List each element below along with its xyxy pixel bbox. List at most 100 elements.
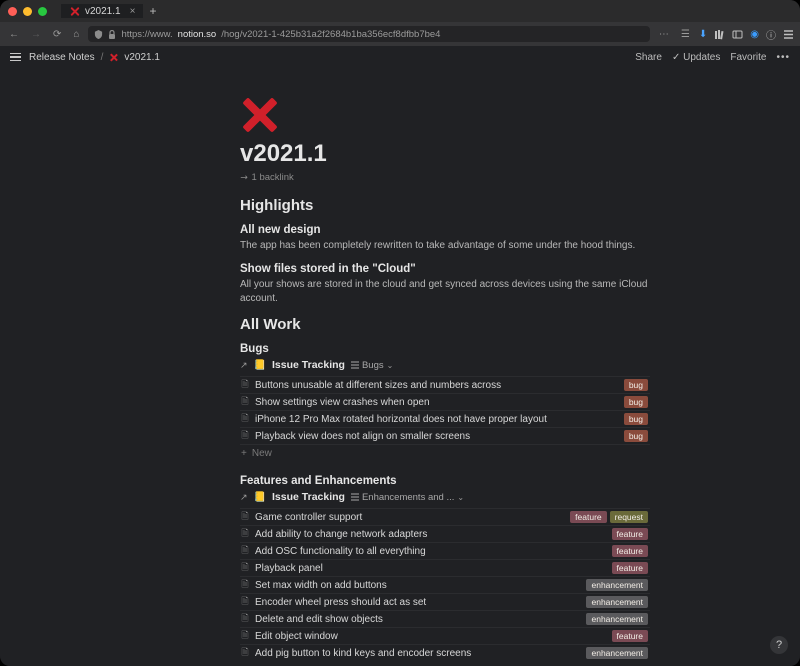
window-close-button[interactable]	[8, 7, 17, 16]
row-tags: bug	[624, 379, 648, 391]
page-icon: 🗎	[240, 428, 250, 444]
reader-button[interactable]: ☰	[678, 27, 693, 42]
home-button[interactable]: ⌂	[70, 27, 82, 42]
tag-enhancement: enhancement	[586, 647, 648, 659]
tab-close-button[interactable]: ×	[130, 6, 136, 17]
linked-db-header-bugs[interactable]: ↗ 📒 Issue Tracking Bugs ⌄	[240, 359, 650, 371]
row-title: Set max width on add buttons	[255, 580, 586, 591]
help-button[interactable]: ?	[770, 636, 788, 654]
sidebar-icon[interactable]	[732, 29, 743, 40]
heading-all-work[interactable]: All Work	[240, 316, 650, 333]
lock-icon	[108, 30, 116, 39]
db-name: Issue Tracking	[272, 491, 345, 503]
page-title[interactable]: v2021.1	[240, 140, 650, 168]
highlight-title[interactable]: All new design	[240, 224, 650, 236]
tag-bug: bug	[624, 396, 648, 408]
page-actions-button[interactable]: ⋯	[656, 27, 672, 42]
download-icon[interactable]: ⬇	[699, 29, 707, 40]
back-button[interactable]: ←	[6, 27, 22, 42]
table-row[interactable]: 🗎 Add OSC functionality to all everything…	[240, 542, 650, 559]
tab-title: v2021.1	[85, 6, 121, 17]
table-row[interactable]: 🗎 Set max width on add buttonsenhancement	[240, 576, 650, 593]
tag-feature: feature	[612, 562, 648, 574]
window-zoom-button[interactable]	[38, 7, 47, 16]
reload-button[interactable]: ⟳	[50, 27, 64, 42]
more-button[interactable]: •••	[776, 52, 790, 63]
breadcrumb-separator: /	[101, 52, 104, 63]
heading-bugs[interactable]: Bugs	[240, 343, 650, 355]
row-title: Show settings view crashes when open	[255, 397, 624, 408]
list-icon	[351, 493, 359, 501]
linked-arrow-icon: ↗	[240, 492, 248, 503]
menu-button[interactable]	[783, 29, 794, 40]
address-bar[interactable]: https://www.notion.so/hog/v2021-1-425b31…	[88, 26, 649, 42]
library-icon[interactable]	[714, 29, 725, 40]
row-title: Buttons unusable at different sizes and …	[255, 380, 624, 391]
page-icon: 🗎	[240, 577, 250, 593]
window-minimize-button[interactable]	[23, 7, 32, 16]
row-tags: feature	[612, 528, 648, 540]
page-icon: 🗎	[240, 594, 250, 610]
page-icon-x-icon	[109, 53, 118, 62]
tag-feature: feature	[570, 511, 606, 523]
breadcrumb-page[interactable]: v2021.1	[124, 52, 160, 63]
table-row[interactable]: 🗎Playback view does not align on smaller…	[240, 427, 650, 444]
tag-feature: feature	[612, 545, 648, 557]
db-name: Issue Tracking	[272, 359, 345, 371]
tag-feature: feature	[612, 630, 648, 642]
highlight-body: The app has been completely rewritten to…	[240, 239, 650, 253]
page-icon: 🗎	[240, 543, 250, 559]
plus-icon: +	[241, 448, 247, 459]
row-title: Delete and edit show objects	[255, 614, 586, 625]
tag-enhancement: enhancement	[586, 579, 648, 591]
highlight-body: All your shows are stored in the cloud a…	[240, 278, 650, 306]
page-icon: 🗎	[240, 611, 250, 627]
browser-tab[interactable]: v2021.1 ×	[61, 4, 143, 18]
row-tags: feature	[612, 630, 648, 642]
table-row[interactable]: 🗎Add pig button to kind keys and encoder…	[240, 644, 650, 661]
table-row[interactable]: 🗎Add ability to change network adaptersf…	[240, 525, 650, 542]
heading-features[interactable]: Features and Enhancements	[240, 475, 650, 487]
tag-request: request	[610, 511, 648, 523]
table-row[interactable]: 🗎Game controller supportfeaturerequest	[240, 508, 650, 525]
table-row[interactable]: 🗎Encoder wheel press should act as seten…	[240, 593, 650, 610]
backlinks[interactable]: ↗ 1 backlink	[240, 172, 650, 183]
table-row[interactable]: 🗎Show settings view crashes when openbug	[240, 393, 650, 410]
notion-topbar: Release Notes / v2021.1 Share ✓ Updates …	[0, 46, 800, 68]
shield-icon	[94, 30, 103, 39]
row-title: Add OSC functionality to all everything	[255, 546, 612, 557]
folder-icon: 📒	[254, 360, 266, 371]
row-tags: bug	[624, 396, 648, 408]
list-icon	[351, 361, 359, 369]
db-view-selector[interactable]: Bugs ⌄	[351, 360, 393, 371]
hamburger-icon[interactable]	[10, 53, 21, 61]
row-title: Edit object window	[255, 631, 612, 642]
table-row[interactable]: 🗎Buttons unusable at different sizes and…	[240, 376, 650, 393]
db-view-selector[interactable]: Enhancements and ... ⌄	[351, 492, 464, 503]
row-title: Add ability to change network adapters	[255, 529, 612, 540]
share-button[interactable]: Share	[635, 52, 662, 63]
table-row[interactable]: 🗎Playback panelfeature	[240, 559, 650, 576]
row-tags: enhancement	[586, 596, 648, 608]
tab-favicon-x-icon	[69, 6, 80, 17]
highlight-title[interactable]: Show files stored in the "Cloud"	[240, 263, 650, 275]
forward-button[interactable]: →	[28, 27, 44, 42]
tag-bug: bug	[624, 430, 648, 442]
table-row[interactable]: 🗎 Delete and edit show objectsenhancement	[240, 610, 650, 627]
table-row[interactable]: 🗎Edit object windowfeature	[240, 627, 650, 644]
tag-enhancement: enhancement	[586, 613, 648, 625]
extension-icon[interactable]: ◉	[750, 29, 759, 40]
linked-db-header-features[interactable]: ↗ 📒 Issue Tracking Enhancements and ... …	[240, 491, 650, 503]
new-tab-button[interactable]: +	[143, 4, 162, 18]
breadcrumb-root[interactable]: Release Notes	[29, 52, 95, 63]
table-row[interactable]: 🗎iPhone 12 Pro Max rotated horizontal do…	[240, 410, 650, 427]
page-icon: 🗎	[240, 560, 250, 576]
heading-highlights[interactable]: Highlights	[240, 197, 650, 214]
updates-button[interactable]: ✓ Updates	[672, 52, 720, 63]
row-title: Game controller support	[255, 512, 570, 523]
linked-arrow-icon: ↗	[240, 360, 248, 371]
new-row-button[interactable]: +New	[240, 444, 650, 461]
favorite-button[interactable]: Favorite	[730, 52, 766, 63]
info-icon[interactable]: ⓘ	[766, 27, 776, 42]
chevron-down-icon: ⌄	[387, 361, 394, 370]
